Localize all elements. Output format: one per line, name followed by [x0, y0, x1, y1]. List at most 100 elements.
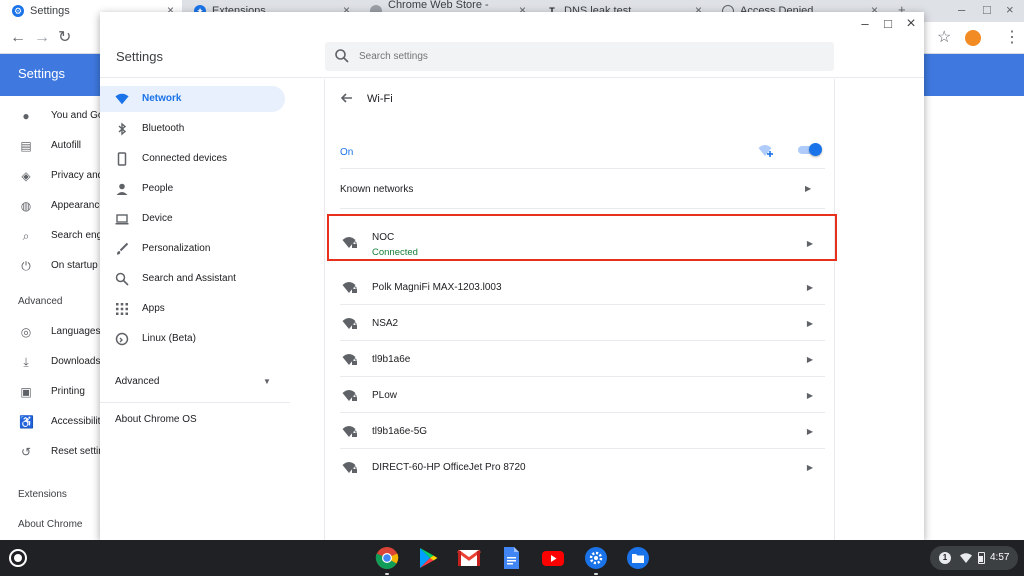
close-dialog-button[interactable]: ×	[903, 16, 919, 32]
launcher-button[interactable]	[9, 549, 27, 567]
search-box[interactable]	[325, 42, 834, 71]
bg-extensions-link[interactable]: Extensions	[18, 489, 67, 500]
nav-item-apps[interactable]: Apps	[100, 296, 285, 322]
gmail-icon[interactable]	[457, 546, 481, 570]
close-window-icon[interactable]: ×	[1006, 2, 1014, 17]
nav-advanced-label: Advanced	[115, 376, 160, 387]
chrome-icon[interactable]	[375, 546, 399, 570]
search-input[interactable]	[359, 42, 819, 71]
network-name: tl9b1a6e	[372, 354, 411, 365]
highlight-box	[327, 214, 837, 261]
nav-item-bluetooth[interactable]: Bluetooth	[100, 116, 285, 142]
globe-icon: ◎	[20, 325, 32, 339]
wifi-lock-icon	[342, 462, 357, 473]
bg-menu-item-printing[interactable]: ▣ Printing	[0, 377, 100, 407]
nav-item-device[interactable]: Device	[100, 206, 285, 232]
wifi-toggle-row: On	[340, 129, 825, 169]
bluetooth-icon	[118, 122, 127, 136]
nav-item-personalization[interactable]: Personalization	[100, 236, 285, 262]
add-wifi-icon[interactable]	[758, 143, 774, 157]
toggle-knob	[809, 143, 822, 156]
youtube-icon[interactable]	[541, 546, 565, 570]
subpage-header: Wi-Fi	[325, 79, 835, 119]
battery-icon	[978, 552, 985, 564]
nav-item-search-and-assistant[interactable]: Search and Assistant	[100, 266, 285, 292]
network-item[interactable]: Polk MagniFi MAX-1203.l003 ▶	[340, 269, 825, 305]
bg-advanced-heading[interactable]: Advanced	[18, 296, 62, 307]
nav-item-connected-devices[interactable]: Connected devices	[100, 146, 285, 172]
chevron-right-icon: ▶	[806, 283, 813, 292]
nav-about-chrome-os[interactable]: About Chrome OS	[115, 414, 197, 425]
search-icon: ⌕	[22, 229, 30, 243]
chevron-right-icon: ▶	[806, 463, 813, 472]
palette-icon: ◍	[20, 199, 32, 213]
bg-menu-item-privacy[interactable]: ◈ Privacy and	[0, 161, 103, 191]
nav-item-linux-beta[interactable]: Linux (Beta)	[100, 326, 285, 352]
menu-kebab-icon[interactable]: ⋮	[1004, 28, 1020, 48]
play-store-icon[interactable]	[416, 546, 440, 570]
status-tray[interactable]: 1 4:57	[930, 546, 1018, 570]
wifi-toggle[interactable]	[796, 143, 822, 157]
bg-menu-item-languages[interactable]: ◎ Languages	[0, 317, 101, 347]
reload-icon[interactable]: ↻	[58, 28, 71, 48]
known-networks-row[interactable]: Known networks ▶	[340, 169, 825, 209]
network-item[interactable]: tl9b1a6e-5G ▶	[340, 413, 825, 449]
phone-icon	[117, 152, 127, 166]
bg-menu-item-you-and-google[interactable]: ● You and Goo	[0, 101, 109, 131]
wifi-lock-icon	[342, 318, 357, 329]
running-indicator	[594, 573, 598, 575]
network-item[interactable]: NSA2 ▶	[340, 305, 825, 341]
bg-menu-item-accessibility[interactable]: ♿ Accessibilit	[0, 407, 100, 437]
laptop-icon	[115, 214, 129, 225]
docs-icon[interactable]	[499, 546, 523, 570]
maximize-dialog-button[interactable]: □	[880, 16, 896, 32]
running-indicator	[385, 573, 389, 575]
download-icon: ⤓	[23, 355, 29, 369]
wifi-icon	[115, 93, 129, 105]
star-icon[interactable]: ☆	[937, 28, 951, 48]
search-icon	[335, 49, 349, 63]
nav-advanced-toggle[interactable]: Advanced ▼	[115, 376, 275, 396]
bg-menu-item-on-startup[interactable]: ⏻ On startup	[0, 251, 100, 281]
settings-nav: Network Bluetooth Connected devices Peop…	[100, 79, 324, 540]
nav-divider	[100, 402, 290, 403]
back-arrow-icon[interactable]	[339, 90, 355, 106]
forward-arrow-icon[interactable]: →	[34, 28, 50, 48]
chevron-right-icon: ▶	[806, 391, 813, 400]
maximize-window-icon[interactable]: □	[983, 2, 991, 17]
person-icon: ●	[22, 109, 30, 123]
minimize-dialog-button[interactable]: –	[857, 16, 873, 32]
bg-menu-item-reset[interactable]: ↺ Reset settin	[0, 437, 104, 467]
notification-badge: 1	[939, 552, 951, 564]
page-title: Settings	[18, 66, 65, 81]
chevron-right-icon: ▶	[806, 427, 813, 436]
wifi-lock-icon	[342, 354, 357, 365]
network-item[interactable]: tl9b1a6e ▶	[340, 341, 825, 377]
brush-icon	[117, 242, 129, 255]
search-icon	[115, 272, 129, 286]
network-name: NSA2	[372, 318, 399, 329]
network-item[interactable]: PLow ▶	[340, 377, 825, 413]
bg-about-chrome-link[interactable]: About Chrome	[18, 519, 82, 530]
nav-item-people[interactable]: People	[100, 176, 285, 202]
chevron-right-icon: ▶	[805, 184, 812, 193]
power-icon: ⏻	[21, 259, 31, 273]
minimize-window-icon[interactable]: –	[958, 2, 965, 17]
settings-dialog: Settings – □ × Network Bluetooth Connect…	[100, 12, 924, 540]
nav-item-network[interactable]: Network	[100, 86, 285, 112]
clock: 4:57	[990, 552, 1010, 563]
settings-icon[interactable]	[584, 546, 608, 570]
bg-menu-item-autofill[interactable]: ▤ Autofill	[0, 131, 100, 161]
bg-menu-item-downloads[interactable]: ⤓ Downloads	[0, 347, 100, 377]
chevron-down-icon: ▼	[263, 377, 271, 386]
back-arrow-icon[interactable]: ←	[10, 28, 26, 48]
bg-menu-item-appearance[interactable]: ◍ Appearance	[0, 191, 105, 221]
wifi-lock-icon	[342, 390, 357, 401]
profile-avatar[interactable]	[965, 30, 981, 46]
subpage-title: Wi-Fi	[367, 93, 393, 105]
files-icon[interactable]	[626, 546, 650, 570]
bg-menu-item-search-engine[interactable]: ⌕ Search engi	[0, 221, 105, 251]
tab-title: Settings	[30, 5, 70, 17]
network-item[interactable]: DIRECT-60-HP OfficeJet Pro 8720 ▶	[340, 449, 825, 485]
gear-icon: ⚙	[12, 5, 24, 17]
